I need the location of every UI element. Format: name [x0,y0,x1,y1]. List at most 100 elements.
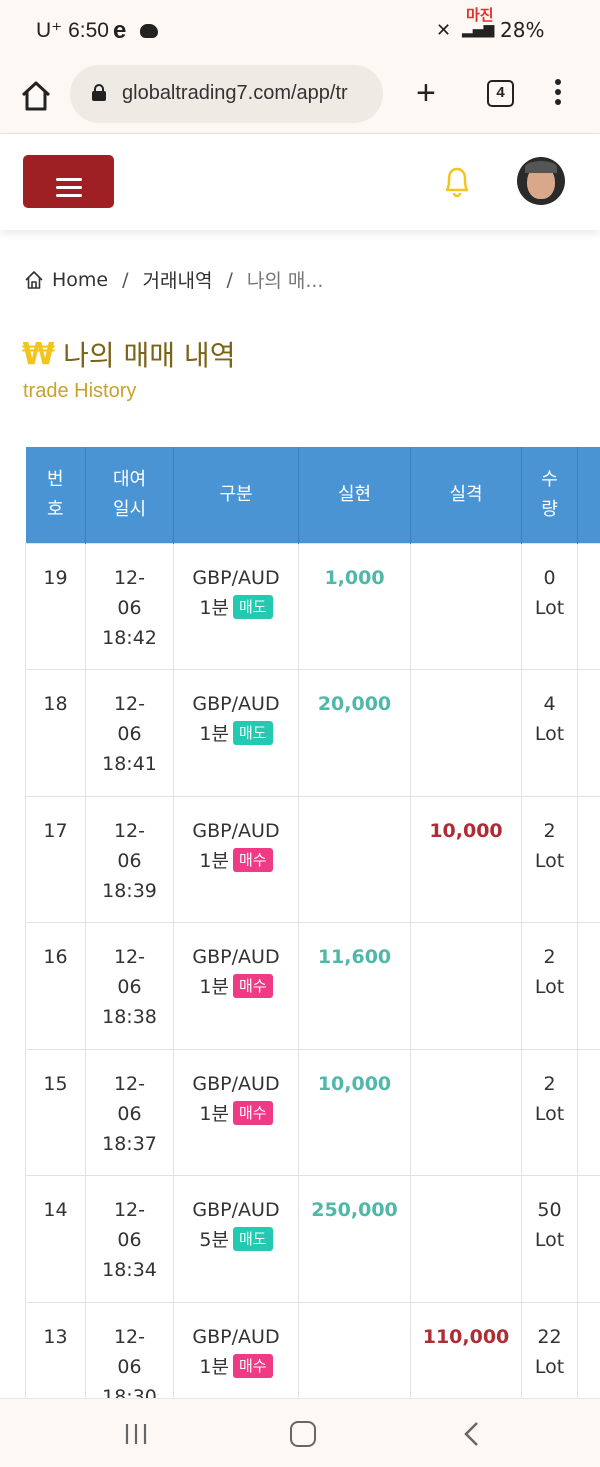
tab-switcher-button[interactable]: 4 [487,80,514,107]
cell-kind: GBP/AUD 1분 매수 [173,1301,299,1398]
col-header-kind: 구분 [173,447,299,543]
cell-date: 12- 06 18:34 [85,1175,174,1303]
cell-extra [577,542,600,670]
side-badge: 매수 [232,1353,273,1378]
col-header-no: 번 호 [25,447,86,543]
period-label: 1분 [199,1102,229,1125]
table-row: 14 12- 06 18:34 GBP/AUD 5분 매도 250,000 50 Lot [25,1175,600,1303]
cell-date: 12- 06 18:42 [85,542,174,670]
new-tab-button[interactable]: + [416,76,436,110]
pair-label: GBP/AUD [192,566,280,589]
cell-extra [577,795,600,923]
watermark-logo: 마진 [466,6,494,24]
page-title-text: 나의 매매 내역 [63,339,236,372]
url-bar[interactable]: globaltrading7.com/app/tr [70,65,383,123]
app-header [0,134,600,230]
cell-kind: GBP/AUD 5분 매도 [173,1175,299,1303]
breadcrumb-current: 나의 매... [246,270,324,292]
table-row: 13 12- 06 18:30 GBP/AUD 1분 매수 110,000 22 Lot [25,1301,600,1398]
period-label: 5분 [199,1229,229,1251]
table-row: 15 12- 06 18:37 GBP/AUD 1분 매수 10,000 2 Lot [25,1048,600,1176]
cell-kind: GBP/AUD 1분 매수 [173,795,299,923]
trade-history-table: 번 호 대여 일시 구분 실현 실격 수 량 19 12- 06 18:42 GBP… [25,447,600,1398]
avatar[interactable] [517,157,565,205]
cell-extra [577,669,600,797]
cell-no: 18 [25,669,86,797]
cell-realized [298,795,411,923]
table-row: 17 12- 06 18:39 GBP/AUD 1분 매수 10,000 2 Lot [25,795,600,923]
cell-qty: 2 Lot [521,1048,578,1176]
pair-label: GBP/AUD [192,946,280,968]
breadcrumb-separator: / [226,268,233,291]
pair-label: GBP/AUD [192,1072,280,1095]
page-title: ₩ 나의 매매 내역 [22,334,235,374]
col-header-realized: 실현 [298,447,411,543]
cell-lost [410,1175,522,1303]
browser-home-icon[interactable] [18,78,54,114]
period-label: 1분 [199,976,229,998]
period-label: 1분 [199,1355,229,1378]
cloud-icon [140,24,158,38]
breadcrumb: Home / 거래내역 / 나의 매... [24,266,323,293]
browser-menu-button[interactable] [550,79,566,109]
cell-realized: 20,000 [298,669,411,797]
home-icon [25,270,43,289]
hamburger-menu-button[interactable] [23,155,114,208]
cell-lost: 110,000 [410,1301,522,1398]
cell-realized: 1,000 [298,542,411,670]
side-badge: 매도 [232,1227,273,1251]
col-header-lost: 실격 [410,447,522,543]
cell-no: 19 [25,542,86,670]
cell-date: 12- 06 18:38 [85,922,174,1050]
period-label: 1분 [199,723,229,745]
col-header-date: 대여 일시 [85,447,174,543]
cell-no: 16 [25,922,86,1050]
nav-home-icon[interactable] [290,1421,316,1447]
recent-apps-icon[interactable] [124,1423,148,1445]
breadcrumb-home[interactable]: Home [52,269,108,291]
cell-realized: 11,600 [298,922,411,1050]
cell-lost [410,1048,522,1176]
cell-qty: 2 Lot [521,795,578,923]
cell-date: 12- 06 18:41 [85,669,174,797]
bell-icon[interactable] [440,164,474,200]
back-icon[interactable] [462,1421,482,1447]
trade-history-table-wrapper[interactable]: 번 호 대여 일시 구분 실현 실격 수 량 19 12- 06 18:42 GBP… [25,447,600,1398]
side-badge: 매도 [232,594,273,619]
cell-lost: 10,000 [410,795,522,923]
side-badge: 매수 [232,847,273,872]
pair-label: GBP/AUD [192,819,280,842]
table-row: 18 12- 06 18:41 GBP/AUD 1분 매도 20,000 4 Lot [25,669,600,797]
mute-icon: ✕ [436,20,452,41]
cell-date: 12- 06 18:30 [85,1301,174,1398]
browser-e-icon: e [113,17,127,44]
cell-kind: GBP/AUD 1분 매수 [173,1048,299,1176]
period-label: 1분 [199,596,229,619]
breadcrumb-separator: / [122,268,129,291]
cell-kind: GBP/AUD 1분 매도 [173,669,299,797]
cell-extra [577,1301,600,1398]
browser-toolbar: globaltrading7.com/app/tr + 4 [0,62,600,134]
cell-qty: 0 Lot [521,542,578,670]
system-nav-bar [0,1398,600,1467]
col-header-extra [577,447,600,543]
table-body: 19 12- 06 18:42 GBP/AUD 1분 매도 1,000 0 Lot 18 12-… [25,542,600,1398]
pair-label: GBP/AUD [192,1199,280,1221]
battery-level: 28% [500,18,545,42]
page-subtitle: trade History [23,380,137,402]
cell-realized [298,1301,411,1398]
url-text: globaltrading7.com/app/tr [122,82,348,104]
cell-no: 17 [25,795,86,923]
cell-kind: GBP/AUD 1분 매도 [173,542,299,670]
cell-kind: GBP/AUD 1분 매수 [173,922,299,1050]
cell-qty: 50 Lot [521,1175,578,1303]
breadcrumb-section[interactable]: 거래내역 [143,266,213,293]
cell-lost [410,922,522,1050]
carrier-time: U⁺ 6:50 [36,19,109,42]
cell-no: 14 [25,1175,86,1303]
pair-label: GBP/AUD [192,693,280,715]
cell-lost [410,542,522,670]
period-label: 1분 [199,849,229,872]
side-badge: 매도 [232,721,273,745]
cell-qty: 4 Lot [521,669,578,797]
